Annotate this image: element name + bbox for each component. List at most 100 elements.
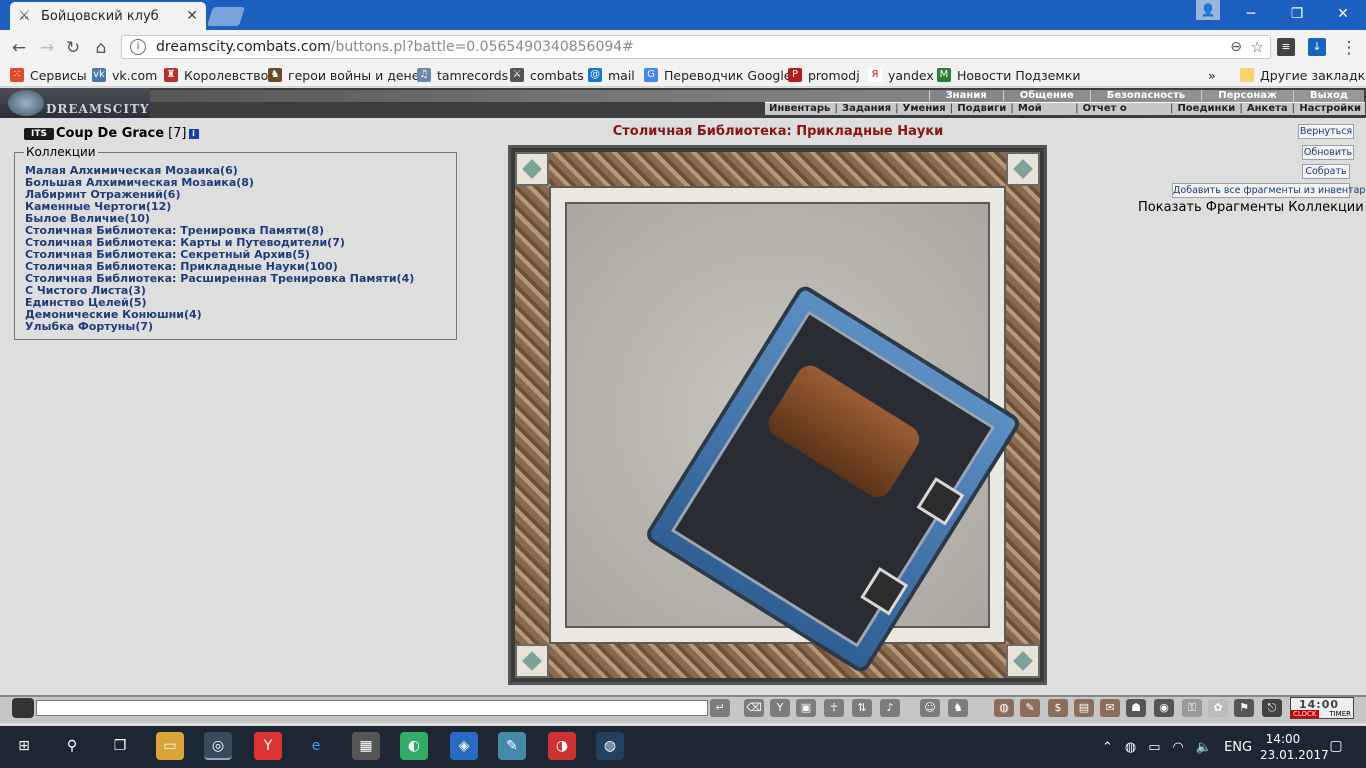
collect-button[interactable]: Собрать: [1302, 164, 1350, 179]
bookmark-item[interactable]: ⁙ Сервисы: [10, 67, 87, 83]
bookmark-item[interactable]: G Переводчик Google: [644, 67, 791, 83]
send-icon[interactable]: ↵: [710, 699, 730, 717]
notifications-icon[interactable]: ▢: [1322, 732, 1350, 760]
yandex-browser-icon[interactable]: Y: [254, 732, 282, 760]
submenu-skills[interactable]: Умения: [899, 103, 950, 115]
menu-communication[interactable]: Общение: [1002, 90, 1090, 102]
user-profile-icon[interactable]: 👤: [1196, 0, 1220, 20]
submenu-my-scroll[interactable]: Мой Скролл: [1014, 103, 1075, 126]
top-menu: Знания Общение Безопасность Персонаж Вых…: [150, 90, 1364, 102]
close-icon[interactable]: ✕: [186, 8, 198, 24]
home-icon[interactable]: ⌂: [90, 38, 112, 58]
chest-icon[interactable]: ▤: [1074, 699, 1094, 717]
person-icon[interactable]: ☥: [824, 699, 844, 717]
info-icon[interactable]: i: [188, 128, 199, 139]
menu-icon[interactable]: ⋮: [1338, 38, 1360, 58]
lock-icon[interactable]: ⚿: [1182, 699, 1202, 717]
battery-icon[interactable]: ▭: [1148, 740, 1160, 755]
menu-character[interactable]: Персонаж: [1201, 90, 1293, 102]
smiley-icon[interactable]: ☺: [920, 699, 940, 717]
address-bar[interactable]: i dreamscity.combats.com/buttons.pl?batt…: [121, 35, 1271, 59]
filter-icon[interactable]: Y: [770, 699, 790, 717]
add-all-fragments-button[interactable]: Добавить все фрагменты из инвентаря: [1172, 183, 1366, 198]
globe-icon[interactable]: ◉: [1154, 699, 1174, 717]
steam-tray-icon[interactable]: ◍: [1125, 740, 1136, 755]
bookmark-item[interactable]: M Новости Подземки: [937, 67, 1080, 83]
menu-security[interactable]: Безопасность: [1089, 90, 1202, 102]
bookmark-item[interactable]: Яyandex: [868, 67, 934, 83]
submenu-feats[interactable]: Подвиги: [953, 103, 1010, 115]
bookmark-item[interactable]: ♜ Королевство: [164, 67, 268, 83]
flag-icon[interactable]: ⚑: [1234, 699, 1254, 717]
show-fragments-toggle[interactable]: Показать Фрагменты Коллекции: [1138, 200, 1366, 215]
submenu-transfer-report[interactable]: Отчет о переводах: [1079, 103, 1170, 126]
bookmark-item[interactable]: ⚔ combats: [510, 67, 584, 83]
volume-icon[interactable]: 🔈: [1196, 740, 1212, 755]
search-icon[interactable]: ⚲: [58, 732, 86, 760]
media-icon[interactable]: ◈: [450, 732, 478, 760]
bookmark-item[interactable]: ♞ герои войны и денег: [268, 67, 426, 83]
bookmark-item[interactable]: @ mail: [588, 67, 635, 83]
bookmark-item[interactable]: vk vk.com: [92, 67, 157, 83]
new-tab-button[interactable]: [206, 7, 246, 26]
sound-icon[interactable]: ♪: [880, 699, 900, 717]
paint-icon[interactable]: ✎: [498, 732, 526, 760]
calculator-icon[interactable]: ▦: [352, 732, 380, 760]
reader-icon[interactable]: ≡: [1277, 38, 1295, 56]
close-window-button[interactable]: ✕: [1320, 0, 1366, 28]
chat-input[interactable]: [36, 700, 708, 716]
collection-link[interactable]: Улыбка Фортуны(7): [25, 321, 414, 333]
submenu-settings[interactable]: Настройки: [1295, 103, 1365, 115]
helmet-icon[interactable]: ☗: [1126, 699, 1146, 717]
forward-icon[interactable]: →: [36, 38, 58, 58]
restore-button[interactable]: ❐: [1274, 0, 1320, 28]
bookmark-star-icon[interactable]: ☆: [1251, 38, 1264, 56]
money-bag-icon[interactable]: $: [1048, 699, 1068, 717]
submenu-profile[interactable]: Анкета: [1243, 103, 1292, 115]
edge-icon[interactable]: e: [302, 732, 330, 760]
eraser-icon[interactable]: ⌫: [744, 699, 764, 717]
submenu-duels[interactable]: Поединки: [1173, 103, 1239, 115]
tray-expand-icon[interactable]: ⌃: [1102, 740, 1113, 755]
info-icon[interactable]: i: [130, 39, 146, 55]
corner-ornament: [1006, 644, 1040, 678]
language-indicator[interactable]: ENG: [1224, 740, 1252, 755]
minimize-button[interactable]: ─: [1228, 0, 1274, 28]
bookmark-item[interactable]: ♫ tamrecords: [417, 67, 508, 83]
system-tray: ⌃ ◍ ▭ ◠ 🔈 ENG: [1096, 730, 1258, 764]
bookmark-item[interactable]: Ppromodj: [788, 67, 860, 83]
system-clock[interactable]: 14:00 23.01.2017: [1260, 731, 1329, 763]
chat-icon[interactable]: [12, 698, 34, 718]
wifi-icon[interactable]: ◠: [1173, 740, 1184, 755]
save-icon[interactable]: ▣: [796, 699, 816, 717]
browser-tab[interactable]: ⚔ Бойцовский клуб ✕: [10, 2, 206, 30]
chrome-icon[interactable]: ◎: [204, 732, 232, 760]
menu-exit[interactable]: Выход: [1292, 90, 1364, 102]
zoom-icon[interactable]: ⊖: [1230, 39, 1242, 55]
other-bookmarks[interactable]: Другие закладки: [1240, 67, 1366, 83]
horse-icon[interactable]: ♞: [948, 699, 968, 717]
submenu-quests[interactable]: Задания: [838, 103, 895, 115]
file-explorer-icon[interactable]: ▭: [156, 732, 184, 760]
back-button[interactable]: Вернуться: [1298, 124, 1354, 139]
task-view-icon[interactable]: ❒: [106, 732, 134, 760]
more-bookmarks-icon[interactable]: »: [1208, 67, 1216, 83]
steam-icon[interactable]: ◍: [596, 732, 624, 760]
menu-knowledge[interactable]: Знания: [928, 90, 1003, 102]
sort-icon[interactable]: ⇅: [852, 699, 872, 717]
clan-icon[interactable]: ITS: [24, 127, 54, 140]
refresh-button[interactable]: Обновить: [1302, 145, 1354, 160]
app-icon[interactable]: ◐: [400, 732, 428, 760]
submenu-inventory[interactable]: Инвентарь: [765, 103, 834, 115]
scroll-icon[interactable]: ✉: [1100, 699, 1120, 717]
download-icon[interactable]: ↓: [1308, 38, 1326, 56]
back-icon[interactable]: ←: [8, 38, 30, 58]
windows-start-icon[interactable]: ⊞: [10, 732, 38, 760]
exit-icon[interactable]: ⎋: [1262, 699, 1282, 717]
bag-icon[interactable]: ◍: [994, 699, 1014, 717]
tools-icon[interactable]: ✎: [1020, 699, 1040, 717]
paw-icon[interactable]: ✿: [1208, 699, 1228, 717]
reload-icon[interactable]: ↻: [62, 38, 84, 58]
game-launcher-icon[interactable]: ◑: [548, 732, 576, 760]
game-clock[interactable]: 14:00 CLOCK TIMER: [1290, 697, 1354, 719]
